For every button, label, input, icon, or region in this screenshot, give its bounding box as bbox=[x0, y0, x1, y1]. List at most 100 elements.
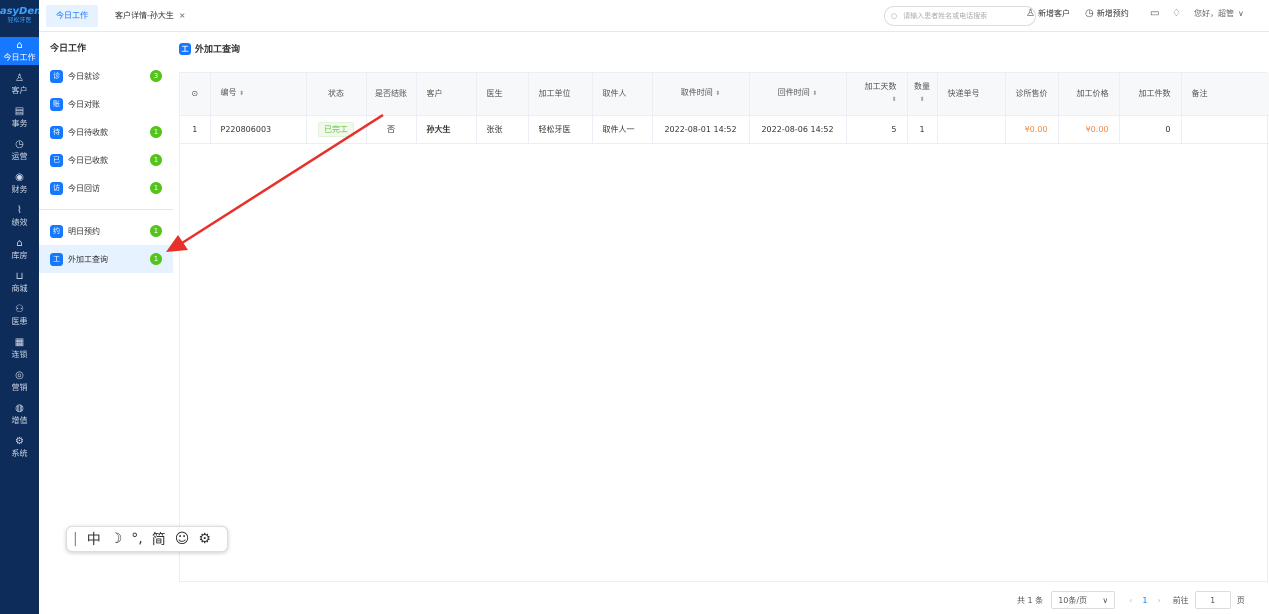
main-content: 工外加工查询 ⊙ 编号 ⬍ 状态 是否结账 客户 医生 加工单位 取件人 取件时… bbox=[173, 32, 1269, 614]
tab-today-work[interactable]: 今日工作 bbox=[46, 4, 98, 27]
goto-page-input[interactable]: 1 bbox=[1194, 591, 1231, 609]
tab-customer-detail[interactable]: 客户详情-孙大生 × bbox=[105, 5, 196, 27]
cell-days: 5 bbox=[846, 115, 908, 144]
sidebar-item-received-payment[interactable]: 已今日已收款 1 bbox=[39, 146, 173, 174]
punctuation-icon[interactable]: °, bbox=[131, 531, 142, 547]
cell-unit: 轻松牙医 bbox=[528, 115, 593, 144]
calendar-icon: ▤ bbox=[14, 105, 25, 117]
nav-marketing[interactable]: ◎ 营销 bbox=[0, 367, 39, 395]
cell-remark bbox=[1181, 115, 1269, 144]
followup-icon: 访 bbox=[50, 181, 63, 195]
pagination: 共 1 条 10条/页 ∨ ‹ 1 › 前往 1 页 bbox=[1017, 590, 1245, 610]
nav-performance[interactable]: ⌇ 绩效 bbox=[0, 202, 39, 230]
sidebar-item-tomorrow-appointments[interactable]: 约明日预约 1 bbox=[39, 217, 173, 245]
column-header: 取件人 bbox=[592, 73, 653, 116]
cell-qty: 1 bbox=[907, 115, 938, 144]
next-page-button[interactable]: › bbox=[1157, 596, 1160, 605]
divider bbox=[39, 209, 173, 210]
sidebar-item-outsource-query[interactable]: 工外加工查询 1 bbox=[39, 245, 173, 273]
cell-settled: 否 bbox=[366, 115, 417, 144]
cell-pieces: 0 bbox=[1119, 115, 1182, 144]
cell-picker: 取件人一 bbox=[592, 115, 653, 144]
settings-header[interactable]: ⊙ bbox=[180, 73, 211, 116]
cell-pick-time: 2022-08-01 14:52 bbox=[652, 115, 750, 144]
sort-icon[interactable]: ⬍ bbox=[812, 90, 817, 97]
table-row[interactable]: 1 P220806003 已完工 否 孙大生 张张 轻松牙医 取件人一 2022… bbox=[180, 115, 1269, 144]
column-header: 是否结账 bbox=[366, 73, 417, 116]
count-badge: 1 bbox=[150, 154, 162, 166]
count-badge: 1 bbox=[150, 182, 162, 194]
nav-doctor-patient[interactable]: ⚇ 医患 bbox=[0, 301, 39, 329]
cell-return-time: 2022-08-06 14:52 bbox=[749, 115, 847, 144]
warehouse-icon: ⌂ bbox=[16, 237, 23, 249]
gear-icon[interactable]: ⚙ bbox=[198, 531, 211, 547]
nav-affairs[interactable]: ▤ 事务 bbox=[0, 103, 39, 131]
total-count: 共 1 条 bbox=[1017, 595, 1044, 605]
nav-finance[interactable]: ◉ 财务 bbox=[0, 169, 39, 197]
column-header[interactable]: 加工天数 ⬍ bbox=[846, 73, 908, 116]
column-header: 医生 bbox=[476, 73, 529, 116]
page-size-select[interactable]: 10条/页 ∨ bbox=[1051, 591, 1116, 609]
drag-handle[interactable]: | bbox=[73, 531, 78, 547]
sort-icon[interactable]: ⬍ bbox=[919, 96, 924, 103]
nav-operations[interactable]: ◷ 运营 bbox=[0, 136, 39, 164]
moon-icon[interactable]: ☽ bbox=[110, 531, 123, 547]
nav-customer[interactable]: ♙ 客户 bbox=[0, 70, 39, 98]
cell-customer[interactable]: 孙大生 bbox=[416, 115, 477, 144]
page-number[interactable]: 1 bbox=[1142, 596, 1147, 605]
nav-today-work[interactable]: ⌂ 今日工作 bbox=[0, 37, 39, 65]
nav-system[interactable]: ⚙ 系统 bbox=[0, 433, 39, 461]
sub-sidebar-title: 今日工作 bbox=[50, 43, 87, 54]
gear-icon: ⚙ bbox=[15, 435, 24, 447]
status-badge: 已完工 bbox=[318, 121, 354, 137]
nav-mall[interactable]: ⊔ 商城 bbox=[0, 268, 39, 296]
column-header: 备注 bbox=[1181, 73, 1269, 116]
column-header[interactable]: 数量 ⬍ bbox=[907, 73, 938, 116]
top-bar: 今日工作 客户详情-孙大生 × ○ 请输入患者姓名或电话搜索 ♙ 新增客户 ◷ 新增预约… bbox=[39, 0, 1269, 32]
sidebar-item-today-reconcile[interactable]: 账今日对账 bbox=[39, 90, 173, 118]
sort-icon[interactable]: ⬍ bbox=[891, 96, 896, 103]
user-menu[interactable]: 您好，超管 ∨ bbox=[1194, 8, 1244, 19]
count-badge: 3 bbox=[150, 70, 162, 82]
new-customer-button[interactable]: ♙ 新增客户 bbox=[1026, 8, 1070, 19]
clock-add-icon: ◷ bbox=[1085, 8, 1094, 19]
column-header: 状态 bbox=[306, 73, 367, 116]
notification-button[interactable]: ♢ bbox=[1172, 8, 1184, 19]
column-header[interactable]: 回件时间 ⬍ bbox=[749, 73, 847, 116]
sidebar-item-pending-payment[interactable]: 待今日待收款 1 bbox=[39, 118, 173, 146]
nav-warehouse[interactable]: ⌂ 库房 bbox=[0, 235, 39, 263]
sort-icon[interactable]: ⬍ bbox=[715, 90, 720, 97]
nav-value-added[interactable]: ◍ 增值 bbox=[0, 400, 39, 428]
search-icon: ○ bbox=[891, 12, 898, 20]
nav-chain[interactable]: ▦ 连锁 bbox=[0, 334, 39, 362]
clock-icon: ◷ bbox=[15, 138, 24, 150]
count-badge: 1 bbox=[150, 253, 162, 265]
finance-icon: ◉ bbox=[15, 171, 24, 183]
column-header: 加工单位 bbox=[528, 73, 593, 116]
column-header[interactable]: 编号 ⬍ bbox=[210, 73, 307, 116]
count-badge: 1 bbox=[150, 225, 162, 237]
column-header: 加工件数 bbox=[1119, 73, 1182, 116]
simplified-icon[interactable]: 简 bbox=[152, 529, 166, 549]
outsource-icon: 工 bbox=[179, 42, 191, 55]
app-logo[interactable]: EasyDent 轻松牙医 bbox=[0, 0, 46, 31]
sort-icon[interactable]: ⬍ bbox=[239, 90, 244, 97]
row-index: 1 bbox=[180, 115, 211, 144]
cell-code: P220806003 bbox=[210, 115, 307, 144]
received-icon: 已 bbox=[50, 153, 63, 167]
chinese-mode-icon[interactable]: 中 bbox=[87, 529, 101, 549]
close-icon[interactable]: × bbox=[179, 11, 186, 20]
emoji-icon[interactable]: ☺ bbox=[175, 531, 190, 547]
prev-page-button[interactable]: ‹ bbox=[1129, 596, 1132, 605]
patient-search-input[interactable]: ○ 请输入患者姓名或电话搜索 bbox=[884, 6, 1036, 26]
target-icon: ◎ bbox=[15, 369, 24, 381]
pending-icon: 待 bbox=[50, 125, 63, 139]
message-button[interactable]: ▭ bbox=[1150, 8, 1162, 19]
bell-icon: ♢ bbox=[1172, 8, 1181, 19]
column-header: 客户 bbox=[416, 73, 477, 116]
new-appointment-button[interactable]: ◷ 新增预约 bbox=[1085, 8, 1129, 19]
cell-doctor: 张张 bbox=[476, 115, 529, 144]
sidebar-item-today-visits[interactable]: 诊今日就诊 3 bbox=[39, 62, 173, 90]
column-header[interactable]: 取件时间 ⬍ bbox=[652, 73, 750, 116]
sidebar-item-today-followup[interactable]: 访今日回访 1 bbox=[39, 174, 173, 202]
